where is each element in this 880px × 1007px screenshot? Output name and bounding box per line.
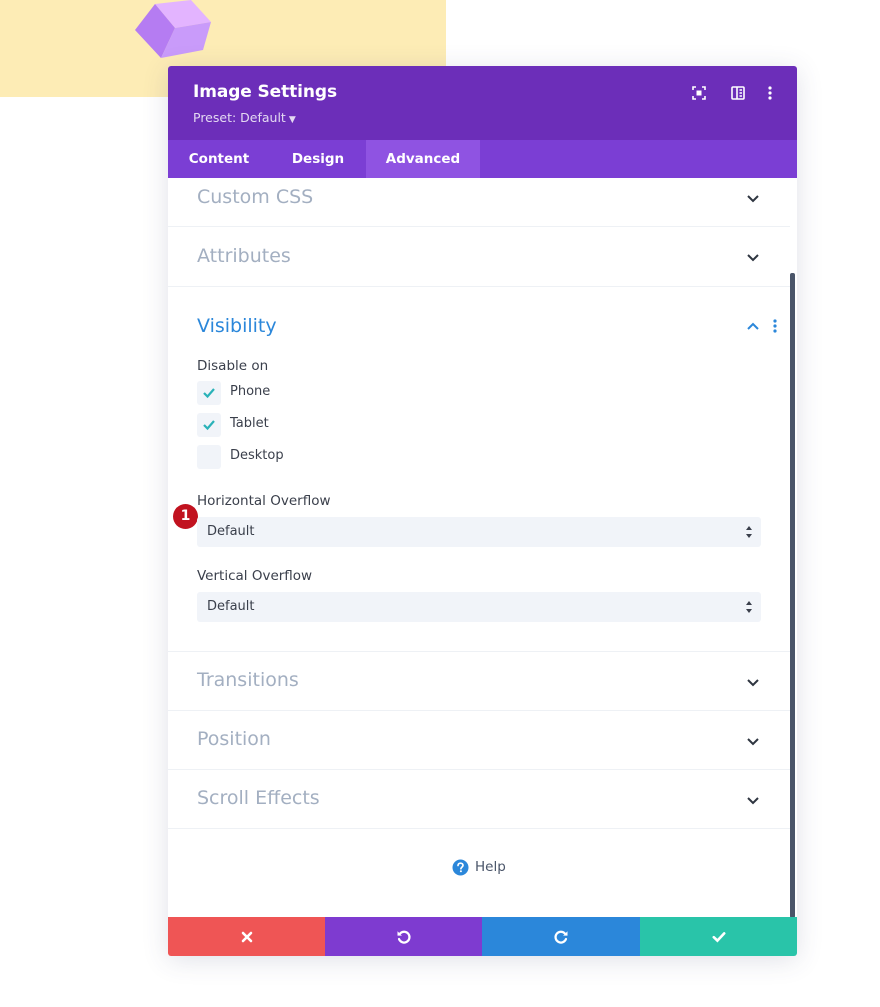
section-attributes[interactable]: Attributes xyxy=(168,227,790,287)
tab-design[interactable]: Design xyxy=(270,140,366,178)
section-title: Transitions xyxy=(197,669,299,691)
section-title: Attributes xyxy=(197,245,291,267)
select-value: Default xyxy=(207,524,255,539)
cube-graphic xyxy=(135,0,211,58)
section-title: Position xyxy=(197,728,271,750)
caret-down-icon: ▼ xyxy=(288,115,296,125)
select-arrows-icon xyxy=(746,601,752,613)
preset-label: Preset: Default xyxy=(193,110,286,125)
chevron-down-icon xyxy=(747,195,759,203)
cancel-button[interactable] xyxy=(168,917,325,956)
undo-icon xyxy=(397,930,411,944)
section-scroll-effects[interactable]: Scroll Effects xyxy=(168,770,790,829)
select-arrows-icon xyxy=(746,526,752,538)
checkbox-label: Tablet xyxy=(230,416,269,431)
modal-footer xyxy=(168,917,797,956)
focus-mode-icon[interactable] xyxy=(689,83,709,103)
settings-body: Custom CSS Attributes Visibility Disable… xyxy=(168,178,797,917)
scrollbar[interactable] xyxy=(790,273,795,917)
tab-advanced[interactable]: Advanced xyxy=(366,140,480,178)
checkmark-icon xyxy=(203,420,215,431)
chevron-down-icon xyxy=(747,738,759,746)
section-title: Custom CSS xyxy=(197,186,314,208)
save-button[interactable] xyxy=(640,917,797,956)
section-custom-css[interactable]: Custom CSS xyxy=(168,178,790,227)
check-icon xyxy=(712,931,725,942)
help-label: Help xyxy=(475,859,506,875)
section-position[interactable]: Position xyxy=(168,711,790,770)
vertical-overflow-select[interactable]: Default xyxy=(197,592,761,622)
checkbox-label: Phone xyxy=(230,384,271,399)
modal-title: Image Settings xyxy=(193,82,337,102)
disable-on-label: Disable on xyxy=(197,358,269,374)
checkbox-label: Desktop xyxy=(230,448,284,463)
chevron-up-icon[interactable] xyxy=(743,317,763,337)
chevron-down-icon xyxy=(747,254,759,262)
redo-button[interactable] xyxy=(482,917,640,956)
help-link[interactable]: Help xyxy=(452,857,506,877)
horizontal-overflow-select[interactable]: Default xyxy=(197,517,761,547)
section-options-icon[interactable] xyxy=(771,318,779,334)
section-title: Scroll Effects xyxy=(197,787,320,809)
redo-icon xyxy=(554,930,568,944)
image-settings-modal: Image Settings Preset: Default ▼ Content… xyxy=(168,66,797,956)
preset-selector[interactable]: Preset: Default ▼ xyxy=(193,110,296,125)
select-value: Default xyxy=(207,599,255,614)
checkbox[interactable] xyxy=(197,381,221,405)
modal-header: Image Settings Preset: Default ▼ xyxy=(168,66,797,140)
help-icon xyxy=(452,859,469,875)
vertical-overflow-label: Vertical Overflow xyxy=(197,568,313,584)
section-title[interactable]: Visibility xyxy=(197,315,277,337)
undo-button[interactable] xyxy=(325,917,482,956)
chevron-down-icon xyxy=(747,797,759,805)
checkbox[interactable] xyxy=(197,413,221,437)
settings-tabs: Content Design Advanced xyxy=(168,140,797,178)
checkmark-icon xyxy=(203,388,215,399)
step-badge: 1 xyxy=(173,504,198,529)
split-view-icon[interactable] xyxy=(728,83,748,103)
tab-content[interactable]: Content xyxy=(168,140,270,178)
section-transitions[interactable]: Transitions xyxy=(168,652,790,711)
more-options-icon[interactable] xyxy=(760,83,780,103)
chevron-down-icon xyxy=(747,679,759,687)
checkbox[interactable] xyxy=(197,445,221,469)
close-icon xyxy=(241,931,252,942)
horizontal-overflow-label: Horizontal Overflow xyxy=(197,493,331,509)
